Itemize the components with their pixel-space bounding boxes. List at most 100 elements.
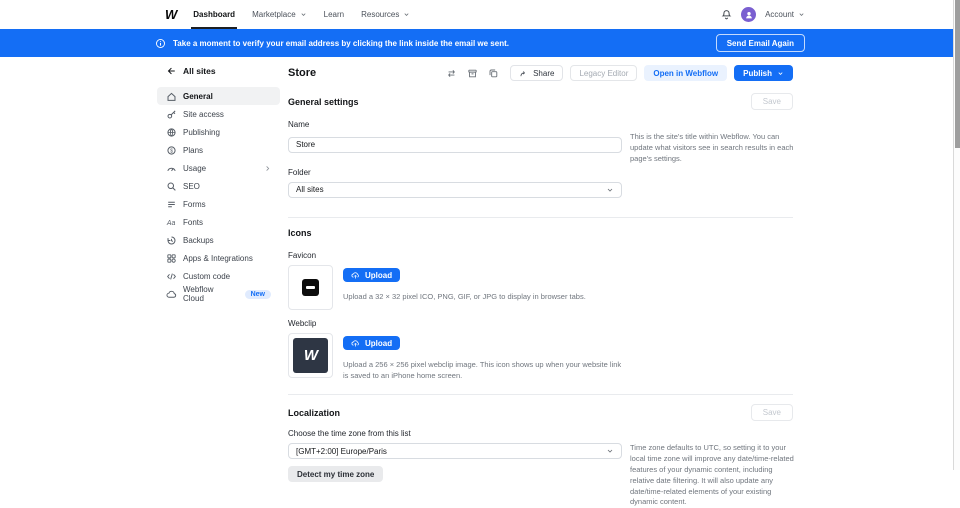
- section-divider: [288, 394, 793, 395]
- email-verification-banner: Take a moment to verify your email addre…: [0, 29, 960, 57]
- tab-dashboard-label: Dashboard: [193, 10, 235, 19]
- code-icon: [166, 271, 177, 282]
- sidebar-item-label: SEO: [183, 182, 200, 191]
- tab-learn[interactable]: Learn: [324, 0, 344, 29]
- webclip-upload-button[interactable]: Upload: [343, 336, 400, 350]
- notifications-bell-icon[interactable]: [721, 9, 732, 20]
- folder-select[interactable]: All sites: [288, 182, 622, 198]
- send-email-again-button[interactable]: Send Email Again: [716, 34, 805, 52]
- share-button[interactable]: Share: [510, 65, 563, 81]
- sidebar-item-label: General: [183, 92, 213, 101]
- svg-text:Aa: Aa: [166, 220, 175, 227]
- localization-title: Localization: [288, 408, 340, 418]
- legacy-editor-button[interactable]: Legacy Editor: [570, 65, 637, 81]
- default-favicon-icon: [302, 279, 319, 296]
- back-label: All sites: [183, 66, 216, 76]
- home-icon: [166, 91, 177, 102]
- forms-icon: [166, 199, 177, 210]
- chevron-down-icon: [300, 11, 307, 18]
- timezone-selected-value: [GMT+2:00] Europe/Paris: [296, 447, 387, 456]
- upload-label: Upload: [365, 339, 392, 348]
- localization-save-button[interactable]: Save: [751, 404, 793, 421]
- name-help-text: This is the site's title within Webflow.…: [630, 132, 796, 165]
- chevron-down-icon: [777, 70, 784, 77]
- key-icon: [166, 109, 177, 120]
- sidebar-item-label: Fonts: [183, 218, 203, 227]
- account-label: Account: [765, 10, 794, 19]
- sidebar-item-custom-code[interactable]: Custom code: [157, 267, 280, 285]
- webflow-logo[interactable]: W: [165, 7, 176, 22]
- tab-resources[interactable]: Resources: [361, 0, 410, 29]
- info-icon: [155, 38, 166, 49]
- icons-section-title: Icons: [288, 228, 793, 238]
- favicon-label: Favicon: [288, 251, 793, 260]
- favicon-upload-button[interactable]: Upload: [343, 268, 400, 282]
- site-name-input[interactable]: [288, 137, 622, 153]
- fonts-icon: Aa: [166, 217, 177, 228]
- folder-label: Folder: [288, 168, 793, 177]
- account-menu[interactable]: Account: [765, 10, 805, 19]
- apps-icon: [166, 253, 177, 264]
- section-divider: [288, 217, 793, 218]
- sidebar-item-site-access[interactable]: Site access: [157, 105, 280, 123]
- sidebar-item-webflow-cloud[interactable]: Webflow Cloud New: [157, 285, 280, 303]
- timezone-label: Choose the time zone from this list: [288, 429, 793, 438]
- settings-main-panel: Store Share Legacy Editor Open in Webflo…: [288, 57, 793, 482]
- open-in-webflow-button[interactable]: Open in Webflow: [644, 65, 727, 81]
- share-label: Share: [533, 69, 554, 78]
- publish-label: Publish: [743, 69, 772, 78]
- sidebar-item-publishing[interactable]: Publishing: [157, 123, 280, 141]
- chevron-down-icon: [798, 11, 805, 18]
- sidebar-item-usage[interactable]: Usage: [157, 159, 280, 177]
- sidebar-item-label: Backups: [183, 236, 214, 245]
- sidebar-item-label: Site access: [183, 110, 224, 119]
- chevron-down-icon: [606, 186, 614, 194]
- name-label: Name: [288, 120, 793, 129]
- chevron-down-icon: [606, 447, 614, 455]
- globe-icon: [166, 127, 177, 138]
- folder-selected-value: All sites: [296, 185, 324, 194]
- sidebar-item-seo[interactable]: SEO: [157, 177, 280, 195]
- favicon-help-text: Upload a 32 × 32 pixel ICO, PNG, GIF, or…: [343, 291, 586, 302]
- tab-marketplace[interactable]: Marketplace: [252, 0, 307, 29]
- user-avatar[interactable]: [741, 7, 756, 22]
- localization-section-header: Localization Save: [288, 404, 793, 421]
- page-title: Store: [288, 67, 316, 79]
- sidebar-item-fonts[interactable]: Aa Fonts: [157, 213, 280, 231]
- general-save-button[interactable]: Save: [751, 93, 793, 110]
- search-icon: [166, 181, 177, 192]
- duplicate-icon[interactable]: [488, 68, 499, 79]
- plans-icon: $: [166, 145, 177, 156]
- scrollbar-thumb[interactable]: [955, 0, 960, 148]
- sidebar-item-label: Webflow Cloud: [183, 285, 236, 303]
- sidebar-item-backups[interactable]: Backups: [157, 231, 280, 249]
- cloud-icon: [166, 289, 177, 300]
- tab-dashboard[interactable]: Dashboard: [193, 0, 235, 29]
- sidebar-item-plans[interactable]: $ Plans: [157, 141, 280, 159]
- sidebar-item-general[interactable]: General: [157, 87, 280, 105]
- publish-button[interactable]: Publish: [734, 65, 793, 81]
- favicon-preview: [288, 265, 333, 310]
- sidebar-item-label: Usage: [183, 164, 206, 173]
- transfer-site-icon[interactable]: [446, 68, 457, 79]
- sidebar-item-label: Custom code: [183, 272, 230, 281]
- banner-message: Take a moment to verify your email addre…: [173, 39, 509, 48]
- sidebar-item-label: Plans: [183, 146, 203, 155]
- tab-resources-label: Resources: [361, 10, 399, 19]
- chevron-down-icon: [403, 11, 410, 18]
- upload-cloud-icon: [351, 271, 360, 280]
- general-settings-section-header: General settings Save: [288, 93, 793, 110]
- upload-cloud-icon: [351, 339, 360, 348]
- back-to-all-sites-button[interactable]: All sites: [157, 57, 280, 87]
- sidebar-item-apps-integrations[interactable]: Apps & Integrations: [157, 249, 280, 267]
- upload-label: Upload: [365, 271, 392, 280]
- sidebar-item-forms[interactable]: Forms: [157, 195, 280, 213]
- archive-icon[interactable]: [467, 68, 478, 79]
- gauge-icon: [166, 163, 177, 174]
- page-scrollbar[interactable]: [953, 0, 960, 470]
- share-arrow-icon: [519, 69, 528, 78]
- webclip-label: Webclip: [288, 319, 793, 328]
- general-settings-title: General settings: [288, 97, 359, 107]
- detect-timezone-button[interactable]: Detect my time zone: [288, 466, 383, 482]
- timezone-select[interactable]: [GMT+2:00] Europe/Paris: [288, 443, 622, 459]
